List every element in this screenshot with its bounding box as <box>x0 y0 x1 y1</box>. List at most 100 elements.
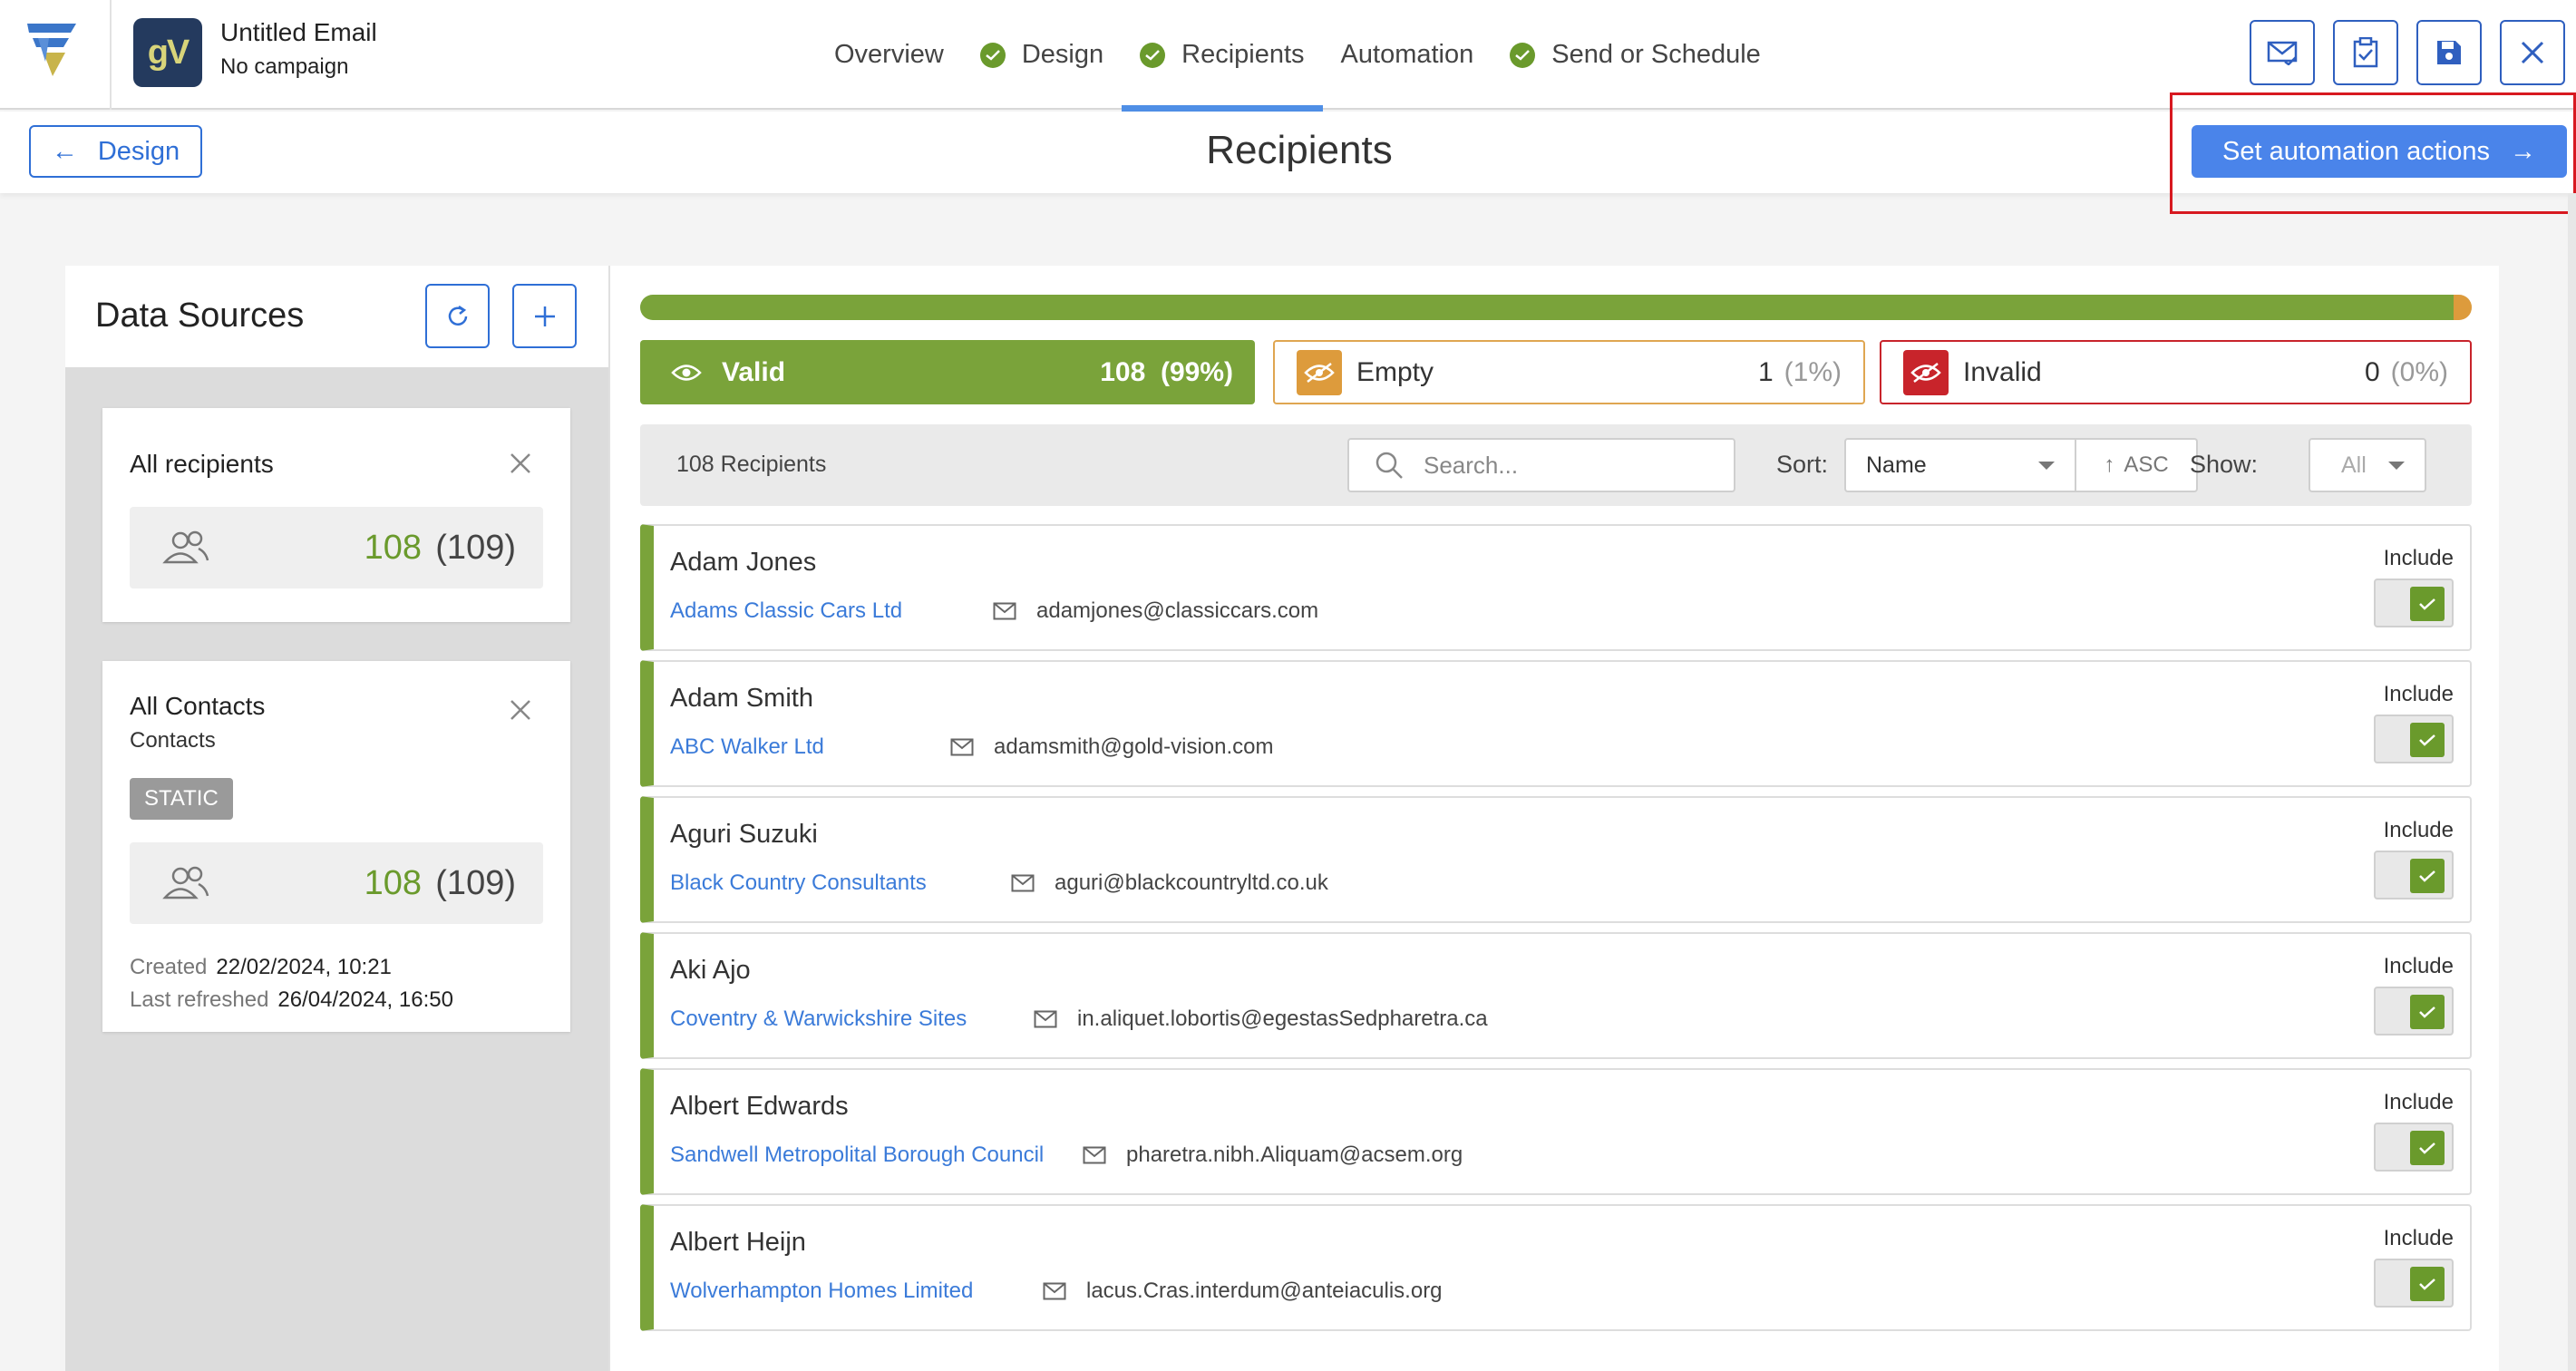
recipients-toolbar: 108 Recipients Search... Sort: Name ↑ AS… <box>640 424 2472 506</box>
preview-email-button[interactable] <box>2250 20 2315 85</box>
include-toggle[interactable] <box>2374 1259 2454 1308</box>
checklist-button[interactable] <box>2333 20 2398 85</box>
close-button[interactable] <box>2500 20 2565 85</box>
step-design[interactable]: Design <box>962 0 1122 110</box>
include-toggle[interactable] <box>2374 987 2454 1036</box>
close-icon[interactable] <box>510 453 530 473</box>
show-value: All <box>2341 452 2367 478</box>
chevron-down-icon <box>2388 462 2405 470</box>
valid-filter[interactable]: Valid 108 (99%) <box>640 340 1255 404</box>
recipient-organisation-link[interactable]: Sandwell Metropolital Borough Council <box>670 1142 1044 1168</box>
recipient-organisation-link[interactable]: Black Country Consultants <box>670 870 927 896</box>
plus-icon <box>534 306 555 326</box>
step-label: Recipients <box>1181 40 1305 69</box>
recipient-name: Albert Heijn <box>670 1228 806 1257</box>
recipient-list: Adam Jones Adams Classic Cars Ltd adamjo… <box>640 524 2472 1340</box>
contact-count: 108 <box>364 864 422 902</box>
arrow-up-icon: ↑ <box>2104 452 2115 477</box>
invalid-count: 0 (0%) <box>2364 356 2448 387</box>
eye-slash-icon <box>1297 349 1342 395</box>
refresh-icon <box>448 305 467 326</box>
recipient-row[interactable]: Albert Edwards Sandwell Metropolital Bor… <box>640 1068 2472 1195</box>
include-label: Include <box>2383 818 2454 842</box>
sort-value: Name <box>1866 452 1927 478</box>
check-icon <box>2410 995 2445 1029</box>
include-toggle[interactable] <box>2374 579 2454 627</box>
recipient-organisation-link[interactable]: Adams Classic Cars Ltd <box>670 598 902 624</box>
include-toggle[interactable] <box>2374 715 2454 763</box>
people-icon <box>162 530 209 564</box>
search-placeholder: Search... <box>1424 451 1519 479</box>
recipient-row[interactable]: Adam Jones Adams Classic Cars Ltd adamjo… <box>640 524 2472 651</box>
email-text: in.aliquet.lobortis@egestasSedpharetra.c… <box>1077 1006 1488 1031</box>
include-toggle[interactable] <box>2374 1123 2454 1172</box>
save-button[interactable] <box>2416 20 2482 85</box>
progress-valid-segment <box>640 295 2454 320</box>
data-sources-panel: Data Sources All recipients 108 (109) Al… <box>65 266 608 1371</box>
page-scrollbar[interactable] <box>2568 193 2576 1371</box>
recipient-count: 108 <box>364 529 422 567</box>
eye-icon <box>671 364 702 381</box>
step-automation[interactable]: Automation <box>1323 0 1492 110</box>
card-subtitle: Contacts <box>130 728 216 753</box>
recipient-organisation-link[interactable]: ABC Walker Ltd <box>670 734 824 760</box>
recipient-row[interactable]: Aki Ajo Coventry & Warwickshire Sites in… <box>640 932 2472 1059</box>
created-value: 22/02/2024, 10:21 <box>216 955 392 979</box>
check-icon <box>2410 1267 2445 1301</box>
page-title: Recipients <box>1206 128 1393 172</box>
show-select[interactable]: All <box>2309 438 2426 492</box>
recipient-email: adamjones@classiccars.com <box>993 598 1318 624</box>
empty-label: Empty <box>1356 356 1434 387</box>
email-title: Untitled Email <box>220 18 377 46</box>
recipient-row[interactable]: Albert Heijn Wolverhampton Homes Limited… <box>640 1204 2472 1331</box>
recipient-row[interactable]: Aguri Suzuki Black Country Consultants a… <box>640 796 2472 923</box>
sort-select[interactable]: Name <box>1844 438 2076 492</box>
sub-header: ← Design Recipients Set automation actio… <box>0 112 2576 193</box>
top-actions <box>2250 20 2565 85</box>
brand-logo-icon[interactable] <box>25 20 80 80</box>
top-bar: gV Untitled Email No campaign Overview D… <box>0 0 2576 112</box>
envelope-icon <box>1083 1146 1106 1164</box>
contact-total: (109) <box>435 864 516 902</box>
all-recipients-card[interactable]: All recipients 108 (109) <box>102 408 570 622</box>
recipient-count-text: 108 Recipients <box>676 452 827 477</box>
recipient-row[interactable]: Adam Smith ABC Walker Ltd adamsmith@gold… <box>640 660 2472 787</box>
refresh-sources-button[interactable] <box>425 284 490 348</box>
check-icon <box>2410 1131 2445 1165</box>
sort-direction-button[interactable]: ↑ ASC <box>2076 438 2198 492</box>
recipient-organisation-link[interactable]: Coventry & Warwickshire Sites <box>670 1006 967 1032</box>
invalid-filter[interactable]: Invalid 0 (0%) <box>1880 340 2472 404</box>
empty-filter[interactable]: Empty 1 (1%) <box>1273 340 1865 404</box>
include-toggle[interactable] <box>2374 851 2454 899</box>
include-label: Include <box>2383 1226 2454 1250</box>
next-label: Set automation actions <box>2221 136 2490 166</box>
include-label: Include <box>2383 1090 2454 1114</box>
step-overview[interactable]: Overview <box>816 0 962 110</box>
envelope-icon <box>2267 41 2298 65</box>
search-input[interactable]: Search... <box>1347 438 1735 492</box>
card-title: All recipients <box>130 450 274 478</box>
recipient-organisation-link[interactable]: Wolverhampton Homes Limited <box>670 1279 973 1304</box>
valid-count: 108 (99%) <box>1100 356 1233 387</box>
recipient-name: Adam Smith <box>670 684 813 713</box>
email-text: pharetra.nibh.Aliquam@acsem.org <box>1126 1142 1463 1167</box>
check-icon <box>2410 859 2445 893</box>
card-title: All Contacts <box>130 692 266 720</box>
recipient-email: in.aliquet.lobortis@egestasSedpharetra.c… <box>1034 1006 1488 1032</box>
eye-slash-icon <box>1903 349 1949 395</box>
close-icon[interactable] <box>510 700 530 720</box>
add-source-button[interactable] <box>512 284 577 348</box>
envelope-icon <box>1034 1010 1057 1028</box>
recipient-count-box: 108 (109) <box>130 507 543 588</box>
step-label: Automation <box>1340 40 1474 69</box>
recipient-total: (109) <box>435 529 516 567</box>
logo-divider <box>110 0 112 110</box>
empty-count: 1 (1%) <box>1757 356 1842 387</box>
email-text: adamjones@classiccars.com <box>1036 598 1319 623</box>
set-automation-actions-button[interactable]: Set automation actions → <box>2192 125 2567 178</box>
step-label: Overview <box>834 40 944 69</box>
all-contacts-card[interactable]: All Contacts Contacts STATIC 108 (109) C… <box>102 661 570 1032</box>
step-recipients[interactable]: Recipients <box>1122 0 1323 112</box>
people-icon <box>162 866 209 899</box>
step-send-or-schedule[interactable]: Send or Schedule <box>1492 0 1779 110</box>
